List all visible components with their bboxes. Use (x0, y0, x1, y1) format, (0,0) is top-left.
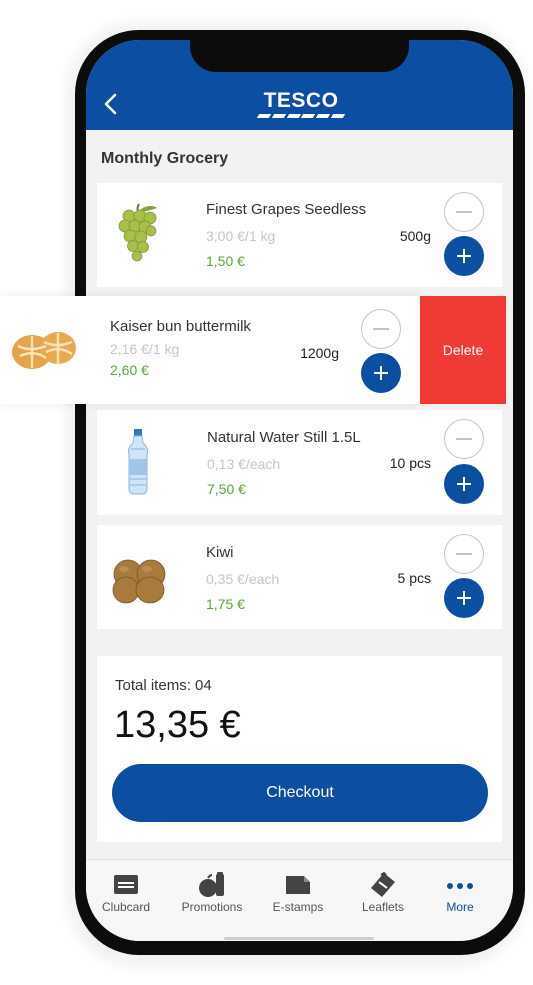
product-name: Finest Grapes Seedless (206, 201, 367, 218)
tab-clubcard[interactable]: Clubcard (86, 860, 166, 920)
tab-leaflets[interactable]: Leaflets (343, 860, 423, 920)
list-item-swiped[interactable]: Kaiser bun buttermilk 2,16 €/1 kg 2,60 €… (0, 296, 420, 404)
grapes-image (118, 203, 157, 262)
product-name: Natural Water Still 1.5L (207, 429, 361, 446)
decrease-quantity-button[interactable] (361, 309, 401, 349)
home-indicator (224, 937, 374, 940)
tab-e-stamps[interactable]: E-stamps (258, 860, 338, 920)
order-summary: Total items: 04 13,35 € Checkout (97, 656, 502, 842)
phone-notch (190, 40, 409, 72)
list-title: Monthly Grocery (101, 150, 229, 167)
item-quantity: 5 pcs (397, 570, 431, 586)
e-stamps-icon (286, 876, 310, 894)
increase-quantity-button[interactable] (361, 353, 401, 393)
bottom-tab-bar: Clubcard Promotions E-stamps Leaflets Mo… (86, 859, 513, 941)
item-quantity: 1200g (300, 345, 339, 361)
item-total-price: 2,60 € (110, 362, 149, 378)
tab-more[interactable]: More (420, 860, 500, 920)
tab-label: E-stamps (272, 900, 324, 914)
item-quantity: 500g (399, 228, 431, 244)
product-name: Kiwi (206, 544, 234, 561)
delete-button[interactable]: Delete (420, 296, 506, 404)
item-total-price: 1,75 € (206, 596, 245, 612)
item-total-price: 1,50 € (206, 253, 245, 269)
tab-label: Leaflets (361, 900, 405, 914)
decrease-quantity-button[interactable] (444, 534, 484, 574)
total-amount: 13,35 € (114, 704, 241, 746)
checkout-button[interactable]: Checkout (112, 764, 488, 822)
leaflets-icon (371, 872, 395, 897)
increase-quantity-button[interactable] (444, 578, 484, 618)
decrease-quantity-button[interactable] (444, 192, 484, 232)
unit-price: 0,13 €/each (207, 456, 281, 472)
unit-price: 3,00 €/1 kg (206, 228, 276, 244)
list-item: Natural Water Still 1.5L 0,13 €/each 7,5… (97, 410, 502, 515)
more-icon (447, 883, 473, 889)
logo-text: TESCO (263, 89, 339, 112)
tab-label: Clubcard (101, 900, 151, 914)
list-item: Kiwi 0,35 €/each 1,75 € 5 pcs (97, 525, 502, 629)
kaiser-bun-image (12, 332, 76, 369)
item-quantity: 10 pcs (389, 455, 431, 471)
logo-stripes (256, 114, 346, 118)
promotions-icon (199, 872, 224, 897)
total-items-label: Total items: 04 (115, 677, 212, 694)
decrease-quantity-button[interactable] (444, 419, 484, 459)
product-name: Kaiser bun buttermilk (110, 318, 251, 335)
unit-price: 2,16 €/1 kg (110, 341, 180, 357)
tab-promotions[interactable]: Promotions (172, 860, 252, 920)
item-total-price: 7,50 € (207, 481, 246, 497)
increase-quantity-button[interactable] (444, 464, 484, 504)
list-item: Finest Grapes Seedless 3,00 €/1 kg 1,50 … (97, 183, 502, 287)
back-arrow-icon[interactable] (102, 92, 120, 116)
kiwi-image (112, 559, 166, 604)
unit-price: 0,35 €/each (206, 571, 280, 587)
tab-label: Promotions (181, 900, 243, 914)
clubcard-icon (114, 875, 138, 894)
tab-label: More (446, 900, 474, 914)
app-screen: TESCO Monthly Grocery Finest Grapes Seed… (86, 40, 513, 941)
tesco-logo: TESCO (256, 89, 346, 119)
water-bottle-image (128, 429, 148, 495)
increase-quantity-button[interactable] (444, 236, 484, 276)
